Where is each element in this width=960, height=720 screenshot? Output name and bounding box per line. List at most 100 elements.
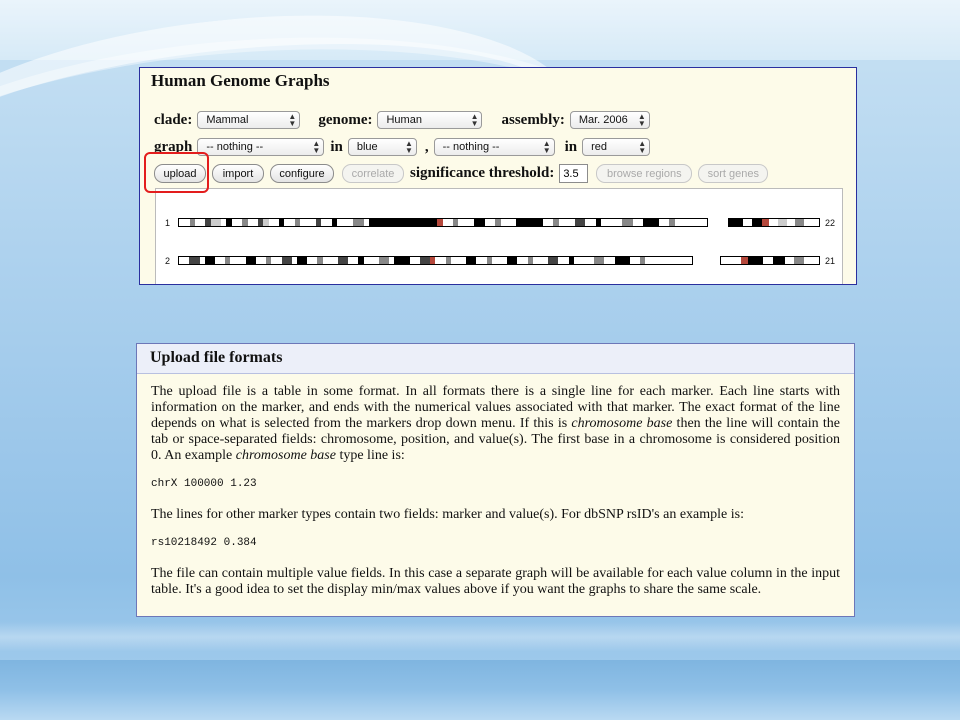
chromosome-label: 1 — [165, 218, 171, 228]
chromosome-band — [517, 257, 528, 264]
paragraph: The lines for other marker types contain… — [151, 507, 744, 522]
updown-arrow-icon: ▲ ▼ — [288, 112, 297, 128]
chromosome-band — [337, 257, 349, 264]
chromosome-band — [784, 257, 795, 264]
chromosome-band — [674, 219, 691, 226]
chromosome-band — [574, 219, 586, 226]
chromosome-band — [763, 257, 773, 264]
chromosome-band — [426, 219, 438, 226]
chromosome-band — [542, 219, 554, 226]
assembly-select[interactable]: Mar. 2006 ▲ ▼ — [569, 111, 650, 129]
chromosome-band — [474, 219, 485, 226]
clade-label: clade: — [154, 111, 193, 128]
chromosome-band — [296, 257, 308, 264]
chromosome-band — [794, 219, 804, 226]
chromosome-band — [630, 257, 641, 264]
in-label: in — [330, 138, 343, 155]
genome-select[interactable]: Human ▲ ▼ — [377, 111, 483, 129]
chromosome-band — [348, 257, 359, 264]
chromosome-band — [594, 257, 605, 264]
graph-row: graph -- nothing -- ▲ ▼ in blue ▲ ▼ , -- n… — [154, 138, 651, 156]
chromosome-band — [558, 219, 575, 226]
chromosome-band — [268, 219, 280, 226]
chromosome-label: 22 — [825, 218, 836, 228]
comma-label: , — [424, 138, 429, 155]
chromosome-band — [585, 219, 596, 226]
chromosome-band — [751, 219, 763, 226]
graph1-select[interactable]: -- nothing -- ▲ ▼ — [197, 138, 325, 156]
chromosome-band — [600, 219, 622, 226]
chromosome-band — [491, 257, 507, 264]
code-example: chrX 100000 1.23 — [151, 478, 257, 490]
updown-arrow-icon: ▲ ▼ — [470, 112, 479, 128]
chromosome-band — [409, 257, 420, 264]
chromosome-band — [255, 257, 267, 264]
chromosome-2-ideogram[interactable] — [178, 256, 693, 265]
chromosome-band — [500, 219, 517, 226]
selection-row: clade: Mammal ▲ ▼ genome: Human ▲ ▼ assemb… — [154, 111, 650, 129]
chromosome-band — [507, 257, 518, 264]
chromosome-band — [660, 257, 672, 264]
browse-regions-button[interactable]: browse regions — [596, 164, 693, 183]
background-top — [0, 0, 960, 60]
chromosome-band — [729, 219, 743, 226]
chromosome-band — [368, 219, 411, 226]
chromosome-band — [645, 257, 661, 264]
updown-arrow-icon: ▲ ▼ — [312, 139, 321, 155]
genome-graphs-panel: Human Genome Graphs clade: Mammal ▲ ▼ gen… — [139, 67, 857, 285]
chromosome-band — [604, 257, 615, 264]
graph2-select[interactable]: -- nothing -- ▲ ▼ — [433, 138, 555, 156]
upload-highlight-box — [144, 152, 209, 193]
configure-button[interactable]: configure — [270, 164, 334, 183]
code-example: rs10218492 0.384 — [151, 537, 257, 549]
updown-arrow-icon: ▲ ▼ — [542, 139, 551, 155]
chromosome-band — [804, 257, 819, 264]
paragraph: The upload file is a table in some forma… — [151, 384, 840, 463]
color2-select[interactable]: red ▲ ▼ — [582, 138, 651, 156]
clade-select[interactable]: Mammal ▲ ▼ — [197, 111, 301, 129]
chromosome-band — [614, 257, 631, 264]
chromosome-label: 21 — [825, 256, 836, 266]
panel-title: Upload file formats — [137, 344, 854, 374]
chromosome-band — [458, 219, 475, 226]
upload-formats-panel: Upload file formats The upload file is a… — [136, 343, 855, 617]
chromosome-21-ideogram[interactable] — [720, 256, 820, 265]
updown-arrow-icon: ▲ ▼ — [638, 139, 647, 155]
chromosome-band — [322, 257, 338, 264]
chromosome-band — [352, 219, 364, 226]
genome-label: genome: — [318, 111, 373, 128]
color1-select[interactable]: blue ▲ ▼ — [347, 138, 417, 156]
chromosome-band — [721, 257, 741, 264]
chromosome-band — [245, 257, 256, 264]
chromosome-band — [179, 257, 190, 264]
chromosome-band — [442, 219, 454, 226]
assembly-label: assembly: — [501, 111, 565, 128]
correlate-button[interactable]: correlate — [342, 164, 404, 183]
chromosome-band — [742, 219, 752, 226]
chromosome-band — [247, 219, 259, 226]
chromosome-band — [271, 257, 282, 264]
chromosome-band — [621, 219, 633, 226]
import-button[interactable]: import — [212, 164, 264, 183]
chromosome-band — [516, 219, 543, 226]
chromosome-1-ideogram[interactable] — [178, 218, 708, 227]
chromosome-band — [548, 257, 559, 264]
chromosome-label: 2 — [165, 256, 171, 266]
chromosome-band — [321, 219, 332, 226]
chromosome-band — [179, 219, 190, 226]
significance-label: significance threshold: — [410, 165, 555, 181]
chromosome-band — [794, 257, 805, 264]
sort-genes-button[interactable]: sort genes — [698, 164, 769, 183]
panel-content: The upload file is a table in some forma… — [137, 374, 854, 598]
chromosome-22-ideogram[interactable] — [728, 218, 820, 227]
chromosome-band — [532, 257, 548, 264]
chromosome-band — [214, 257, 226, 264]
chromosome-band — [194, 219, 206, 226]
panel-title: Human Genome Graphs — [140, 68, 856, 96]
in-label: in — [564, 138, 578, 155]
chromosome-band — [394, 257, 410, 264]
significance-threshold-input[interactable] — [559, 164, 589, 183]
chromosome-band — [230, 257, 246, 264]
chromosome-band — [632, 219, 644, 226]
chromosome-band — [484, 219, 496, 226]
